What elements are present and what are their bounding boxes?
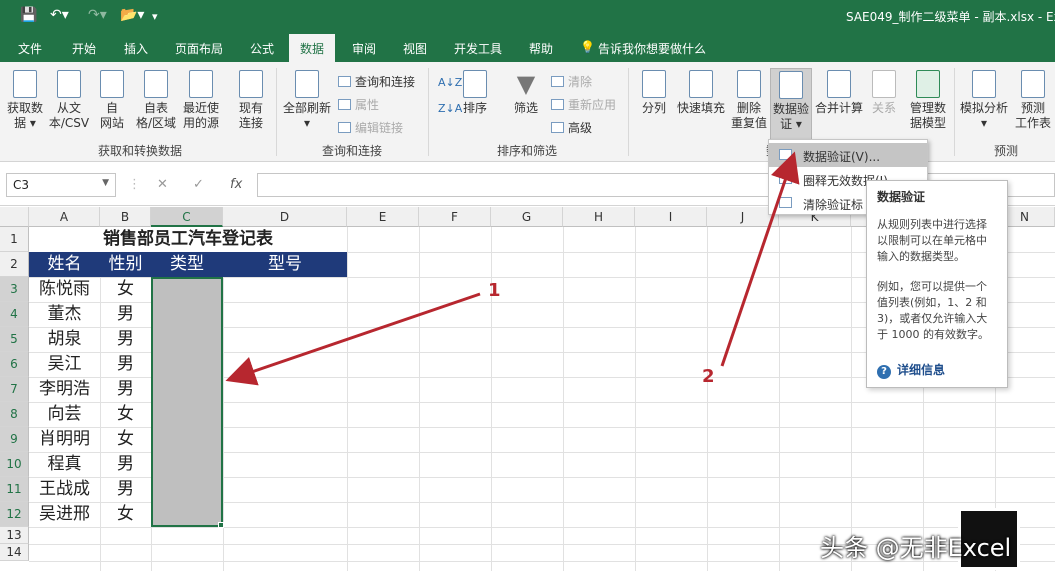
annotation-arrow-2	[720, 151, 800, 367]
annotation-arrow-1	[225, 292, 481, 386]
annotation-arrows	[225, 151, 800, 386]
watermark-text: 头条 @无非Excel	[820, 534, 1012, 562]
annotation-label-2: 2	[702, 366, 715, 387]
annotation-label-1: 1	[488, 280, 501, 301]
